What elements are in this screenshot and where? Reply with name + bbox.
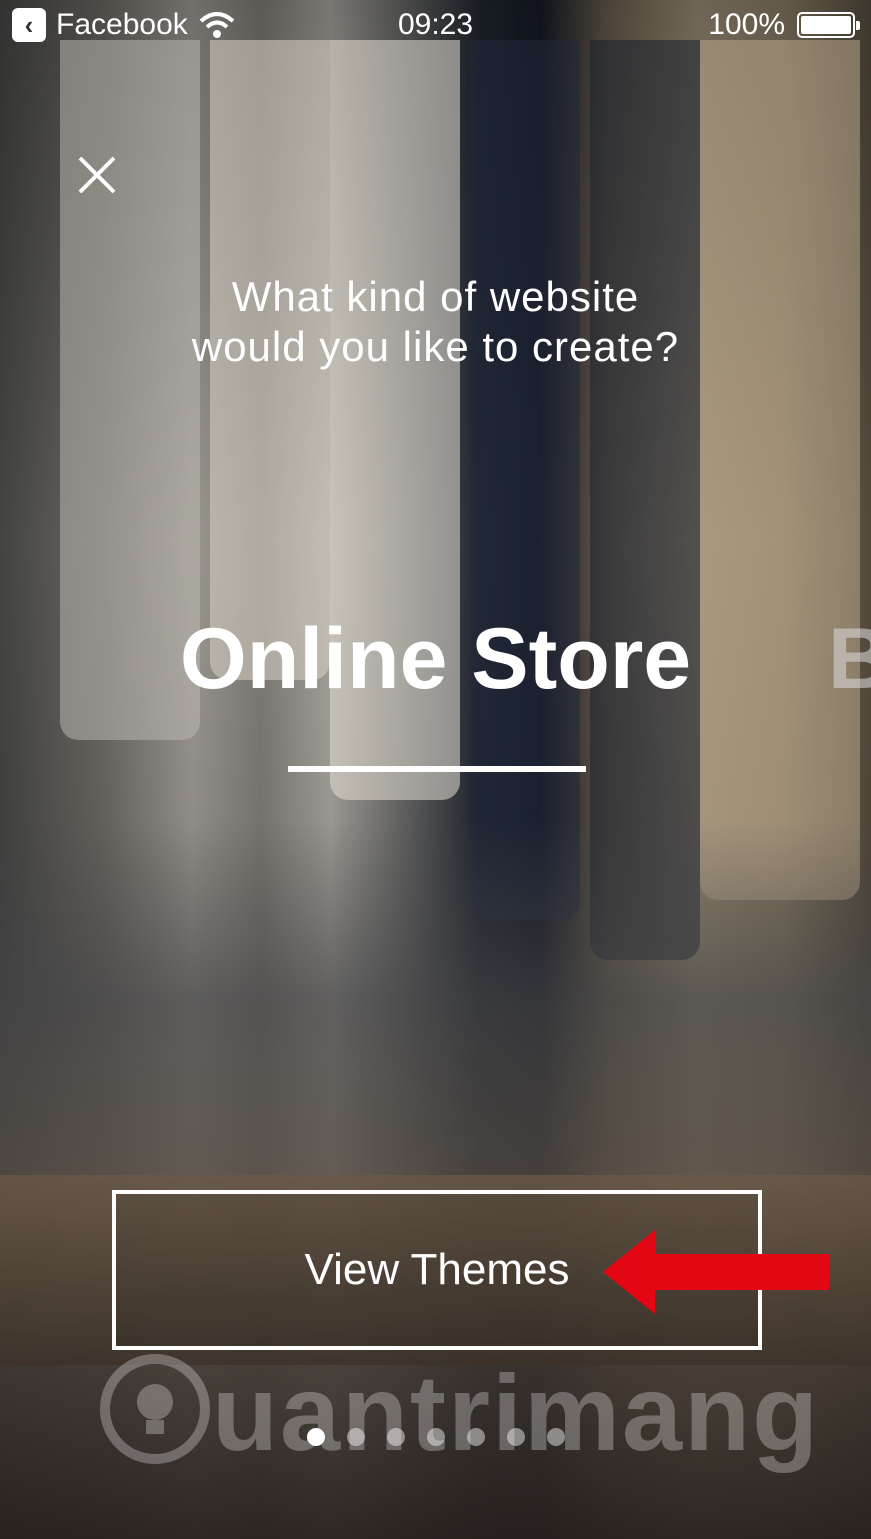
close-icon[interactable] bbox=[70, 148, 124, 202]
page-dot[interactable] bbox=[346, 1428, 365, 1446]
battery-percent: 100% bbox=[708, 8, 785, 41]
status-right: 100% bbox=[708, 8, 860, 42]
watermark-text: uantrimang bbox=[212, 1352, 821, 1473]
battery-level bbox=[801, 16, 851, 34]
background-garment bbox=[470, 40, 580, 920]
page-dot[interactable] bbox=[466, 1428, 485, 1446]
category-underline bbox=[288, 766, 586, 772]
page-dot[interactable] bbox=[546, 1428, 565, 1446]
status-bar: ‹ Facebook 09:23 100% bbox=[0, 0, 871, 52]
next-category-peek[interactable]: B bbox=[828, 610, 871, 709]
app-screen: ‹ Facebook 09:23 100% What kind of websi… bbox=[0, 0, 871, 1539]
page-dot[interactable] bbox=[386, 1428, 405, 1446]
battery-icon bbox=[797, 12, 860, 38]
watermark: uantrimang bbox=[100, 1340, 860, 1490]
page-dot[interactable] bbox=[426, 1428, 445, 1446]
lightbulb-icon bbox=[100, 1354, 210, 1464]
page-dot[interactable] bbox=[306, 1428, 325, 1446]
red-arrow-annotation bbox=[603, 1230, 829, 1314]
page-indicator[interactable] bbox=[0, 1428, 871, 1446]
category-title[interactable]: Online Store bbox=[0, 610, 871, 709]
page-dot[interactable] bbox=[506, 1428, 525, 1446]
question-text: What kind of website would you like to c… bbox=[191, 273, 680, 370]
background-garment bbox=[700, 40, 860, 900]
